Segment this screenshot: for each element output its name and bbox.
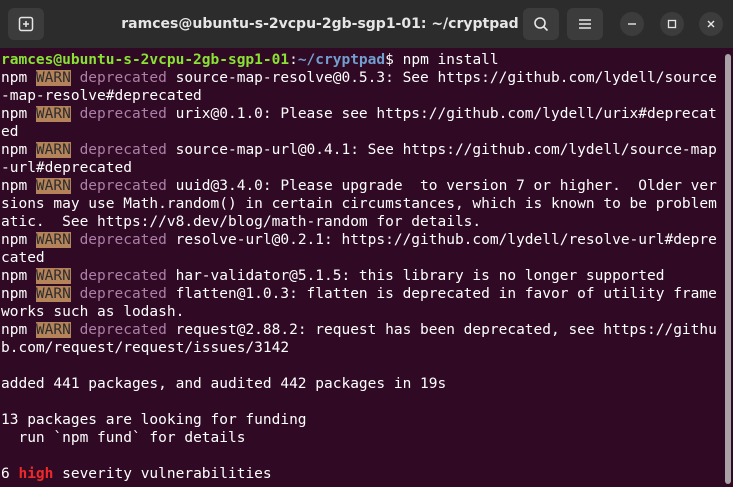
scroll-thumb[interactable] bbox=[725, 54, 731, 484]
deprecated-label: deprecated bbox=[70, 106, 167, 122]
prompt-separator: : bbox=[289, 52, 298, 68]
vuln-count: 6 bbox=[1, 466, 19, 482]
npm-label: npm bbox=[1, 232, 36, 248]
fund-line: run `npm fund` for details bbox=[1, 430, 246, 446]
maximize-icon bbox=[667, 19, 677, 29]
warn-line: npm WARN deprecated resolve-url@0.2.1: h… bbox=[1, 232, 717, 266]
prompt-dollar: $ bbox=[385, 52, 403, 68]
npm-label: npm bbox=[1, 178, 36, 194]
warn-badge: WARN bbox=[35, 142, 71, 158]
warn-line: npm WARN deprecated urix@0.1.0: Please s… bbox=[1, 106, 717, 140]
vuln-rest: severity vulnerabilities bbox=[53, 466, 272, 482]
search-button[interactable] bbox=[523, 8, 559, 40]
command: npm install bbox=[402, 52, 499, 68]
terminal-window: ramces@ubuntu-s-2vcpu-2gb-sgp1-01: ~/cry… bbox=[0, 0, 733, 487]
window-title: ramces@ubuntu-s-2vcpu-2gb-sgp1-01: ~/cry… bbox=[121, 16, 519, 32]
deprecated-label: deprecated bbox=[70, 178, 167, 194]
scrollbar[interactable] bbox=[724, 48, 732, 487]
warn-line: npm WARN deprecated flatten@1.0.3: flatt… bbox=[1, 286, 717, 320]
warn-badge: WARN bbox=[35, 286, 71, 302]
minimize-icon bbox=[628, 23, 636, 25]
maximize-button[interactable] bbox=[660, 12, 684, 36]
deprecated-label: deprecated bbox=[70, 268, 167, 284]
warn-badge: WARN bbox=[35, 232, 71, 248]
warn-line: npm WARN deprecated request@2.88.2: requ… bbox=[1, 322, 717, 356]
deprecated-label: deprecated bbox=[70, 70, 167, 86]
warn-line: npm WARN deprecated source-map-resolve@0… bbox=[1, 70, 717, 104]
warn-badge: WARN bbox=[35, 106, 71, 122]
deprecated-label: deprecated bbox=[70, 142, 167, 158]
deprecated-label: deprecated bbox=[70, 286, 167, 302]
warning-message: har-validator@5.1.5: this library is no … bbox=[166, 268, 665, 284]
prompt-path: ~/cryptpad bbox=[297, 52, 386, 68]
menu-button[interactable] bbox=[567, 8, 603, 40]
npm-label: npm bbox=[1, 286, 36, 302]
close-button[interactable] bbox=[699, 12, 723, 36]
npm-label: npm bbox=[1, 142, 36, 158]
prompt-user: ramces@ubuntu-s-2vcpu-2gb-sgp1-01 bbox=[1, 52, 290, 68]
title-bar: ramces@ubuntu-s-2vcpu-2gb-sgp1-01: ~/cry… bbox=[0, 0, 733, 48]
warn-badge: WARN bbox=[35, 178, 71, 194]
new-tab-icon bbox=[18, 16, 34, 32]
npm-label: npm bbox=[1, 268, 36, 284]
deprecated-label: deprecated bbox=[70, 232, 167, 248]
warn-badge: WARN bbox=[35, 70, 71, 86]
npm-label: npm bbox=[1, 322, 36, 338]
funding-line: 13 packages are looking for funding bbox=[1, 412, 307, 428]
warn-badge: WARN bbox=[35, 268, 71, 284]
npm-label: npm bbox=[1, 106, 36, 122]
minimize-button[interactable] bbox=[620, 12, 644, 36]
warn-badge: WARN bbox=[35, 322, 71, 338]
deprecated-label: deprecated bbox=[70, 322, 167, 338]
added-line: added 441 packages, and audited 442 pack… bbox=[1, 376, 447, 392]
close-icon bbox=[707, 20, 715, 28]
terminal-output[interactable]: ramces@ubuntu-s-2vcpu-2gb-sgp1-01:~/cryp… bbox=[0, 48, 724, 487]
vuln-level: high bbox=[18, 466, 54, 482]
hamburger-icon bbox=[579, 19, 591, 29]
npm-label: npm bbox=[1, 70, 36, 86]
warn-line: npm WARN deprecated uuid@3.4.0: Please u… bbox=[1, 178, 717, 230]
warn-line: npm WARN deprecated har-validator@5.1.5:… bbox=[1, 268, 664, 284]
new-tab-button[interactable] bbox=[8, 8, 44, 40]
warn-line: npm WARN deprecated source-map-url@0.4.1… bbox=[1, 142, 717, 176]
search-icon bbox=[534, 17, 549, 32]
